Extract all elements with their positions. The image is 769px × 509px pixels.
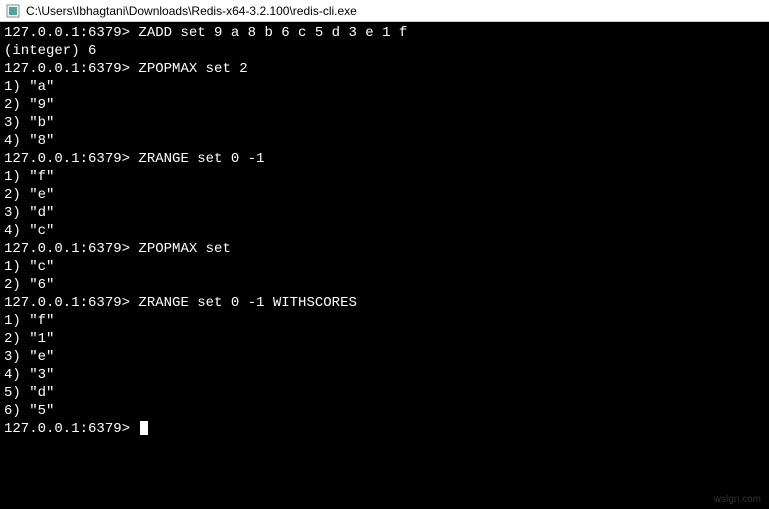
terminal-output-line: 3) "d" bbox=[4, 204, 765, 222]
prompt: 127.0.0.1:6379> bbox=[4, 61, 130, 77]
command-text: ZPOPMAX set 2 bbox=[130, 61, 248, 77]
terminal-output-line: 2) "1" bbox=[4, 330, 765, 348]
terminal-command-line: 127.0.0.1:6379> ZPOPMAX set bbox=[4, 240, 765, 258]
command-text: ZADD set 9 a 8 b 6 c 5 d 3 e 1 f bbox=[130, 25, 407, 41]
terminal-output-line: 3) "e" bbox=[4, 348, 765, 366]
watermark: wslgn.com bbox=[714, 494, 761, 505]
app-icon bbox=[6, 4, 20, 18]
command-text: ZRANGE set 0 -1 WITHSCORES bbox=[130, 295, 357, 311]
terminal-active-prompt[interactable]: 127.0.0.1:6379> bbox=[4, 420, 765, 438]
terminal-output-line: 2) "6" bbox=[4, 276, 765, 294]
prompt: 127.0.0.1:6379> bbox=[4, 25, 130, 41]
terminal-output-line: 2) "9" bbox=[4, 96, 765, 114]
terminal-output[interactable]: 127.0.0.1:6379> ZADD set 9 a 8 b 6 c 5 d… bbox=[0, 22, 769, 509]
terminal-output-line: 4) "8" bbox=[4, 132, 765, 150]
prompt: 127.0.0.1:6379> bbox=[4, 295, 130, 311]
terminal-output-line: 4) "c" bbox=[4, 222, 765, 240]
window-title: C:\Users\Ibhagtani\Downloads\Redis-x64-3… bbox=[26, 4, 357, 18]
console-window: C:\Users\Ibhagtani\Downloads\Redis-x64-3… bbox=[0, 0, 769, 509]
terminal-output-line: 6) "5" bbox=[4, 402, 765, 420]
terminal-output-line: 1) "f" bbox=[4, 312, 765, 330]
terminal-output-line: 1) "a" bbox=[4, 78, 765, 96]
cursor bbox=[140, 421, 148, 435]
terminal-output-line: 5) "d" bbox=[4, 384, 765, 402]
terminal-output-line: 4) "3" bbox=[4, 366, 765, 384]
command-text: ZRANGE set 0 -1 bbox=[130, 151, 264, 167]
command-text: ZPOPMAX set bbox=[130, 241, 231, 257]
terminal-output-line: (integer) 6 bbox=[4, 42, 765, 60]
terminal-command-line: 127.0.0.1:6379> ZPOPMAX set 2 bbox=[4, 60, 765, 78]
prompt: 127.0.0.1:6379> bbox=[4, 151, 130, 167]
terminal-command-line: 127.0.0.1:6379> ZADD set 9 a 8 b 6 c 5 d… bbox=[4, 24, 765, 42]
prompt: 127.0.0.1:6379> bbox=[4, 421, 138, 437]
terminal-output-line: 3) "b" bbox=[4, 114, 765, 132]
terminal-output-line: 1) "f" bbox=[4, 168, 765, 186]
terminal-output-line: 1) "c" bbox=[4, 258, 765, 276]
terminal-output-line: 2) "e" bbox=[4, 186, 765, 204]
titlebar[interactable]: C:\Users\Ibhagtani\Downloads\Redis-x64-3… bbox=[0, 0, 769, 22]
terminal-command-line: 127.0.0.1:6379> ZRANGE set 0 -1 bbox=[4, 150, 765, 168]
terminal-command-line: 127.0.0.1:6379> ZRANGE set 0 -1 WITHSCOR… bbox=[4, 294, 765, 312]
prompt: 127.0.0.1:6379> bbox=[4, 241, 130, 257]
